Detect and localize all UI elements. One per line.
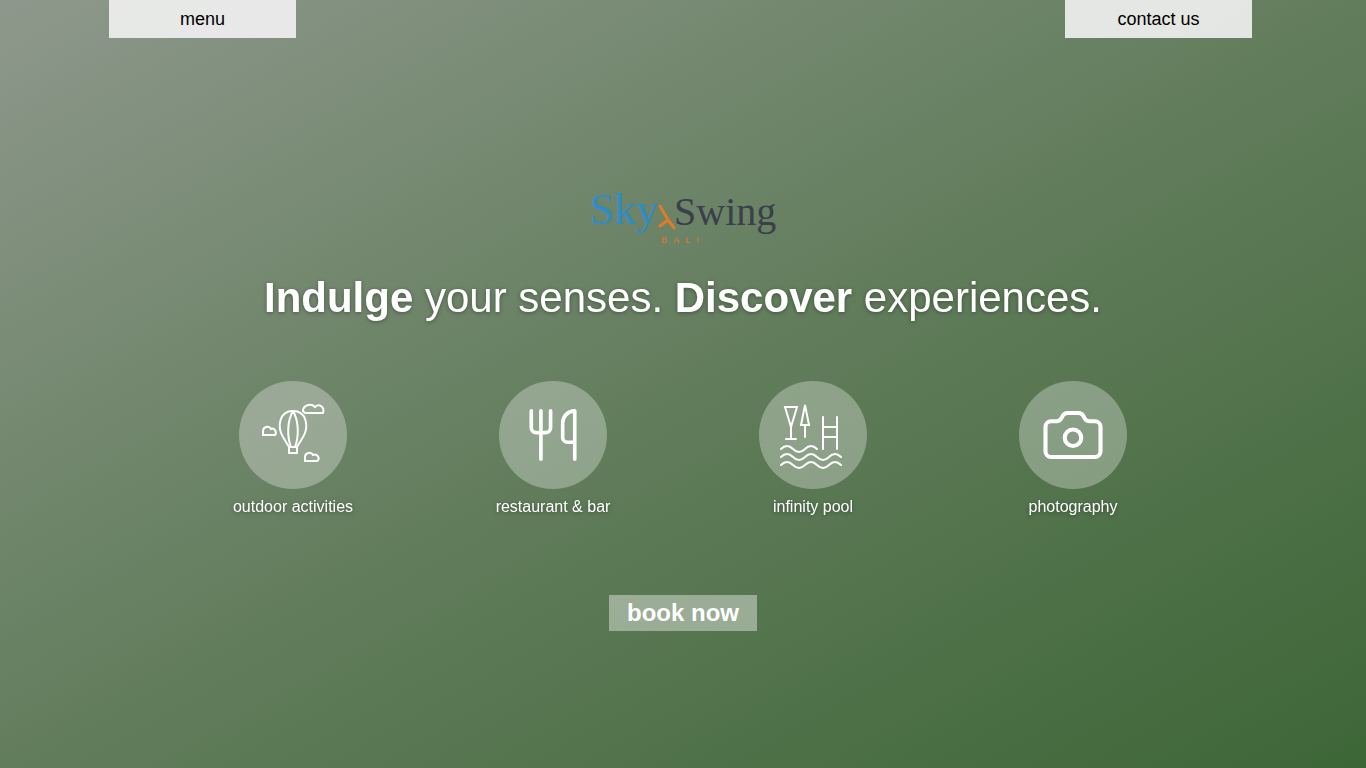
feature-item[interactable]: outdoor activities [163, 381, 423, 519]
feature-label: restaurant & bar [496, 495, 611, 519]
book-now-button[interactable]: book now [609, 595, 757, 631]
top-nav: menu contact us [0, 0, 1366, 38]
headline: Indulge your senses. Discover experience… [264, 266, 1102, 329]
contact-button[interactable]: contact us [1065, 0, 1252, 38]
pool-icon [775, 397, 851, 473]
feature-item[interactable]: infinity pool [683, 381, 943, 519]
camera-icon [1040, 402, 1106, 468]
feature-label: infinity pool [773, 495, 853, 519]
landing-page: menu contact us SkySwingBALI Indulge your s… [0, 0, 1366, 768]
feature-label: photography [1029, 495, 1118, 519]
feature-item[interactable]: photography [943, 381, 1203, 519]
logo: SkySwingBALI [590, 188, 777, 248]
feature-item[interactable]: restaurant & bar [423, 381, 683, 519]
feature-list: outdoor activities restaurant & bar infini… [163, 381, 1203, 519]
utensils-icon [524, 406, 582, 464]
feature-label: outdoor activities [233, 495, 353, 519]
swinger-icon [656, 202, 676, 232]
balloon-icon [255, 397, 331, 473]
menu-button[interactable]: menu [109, 0, 296, 38]
